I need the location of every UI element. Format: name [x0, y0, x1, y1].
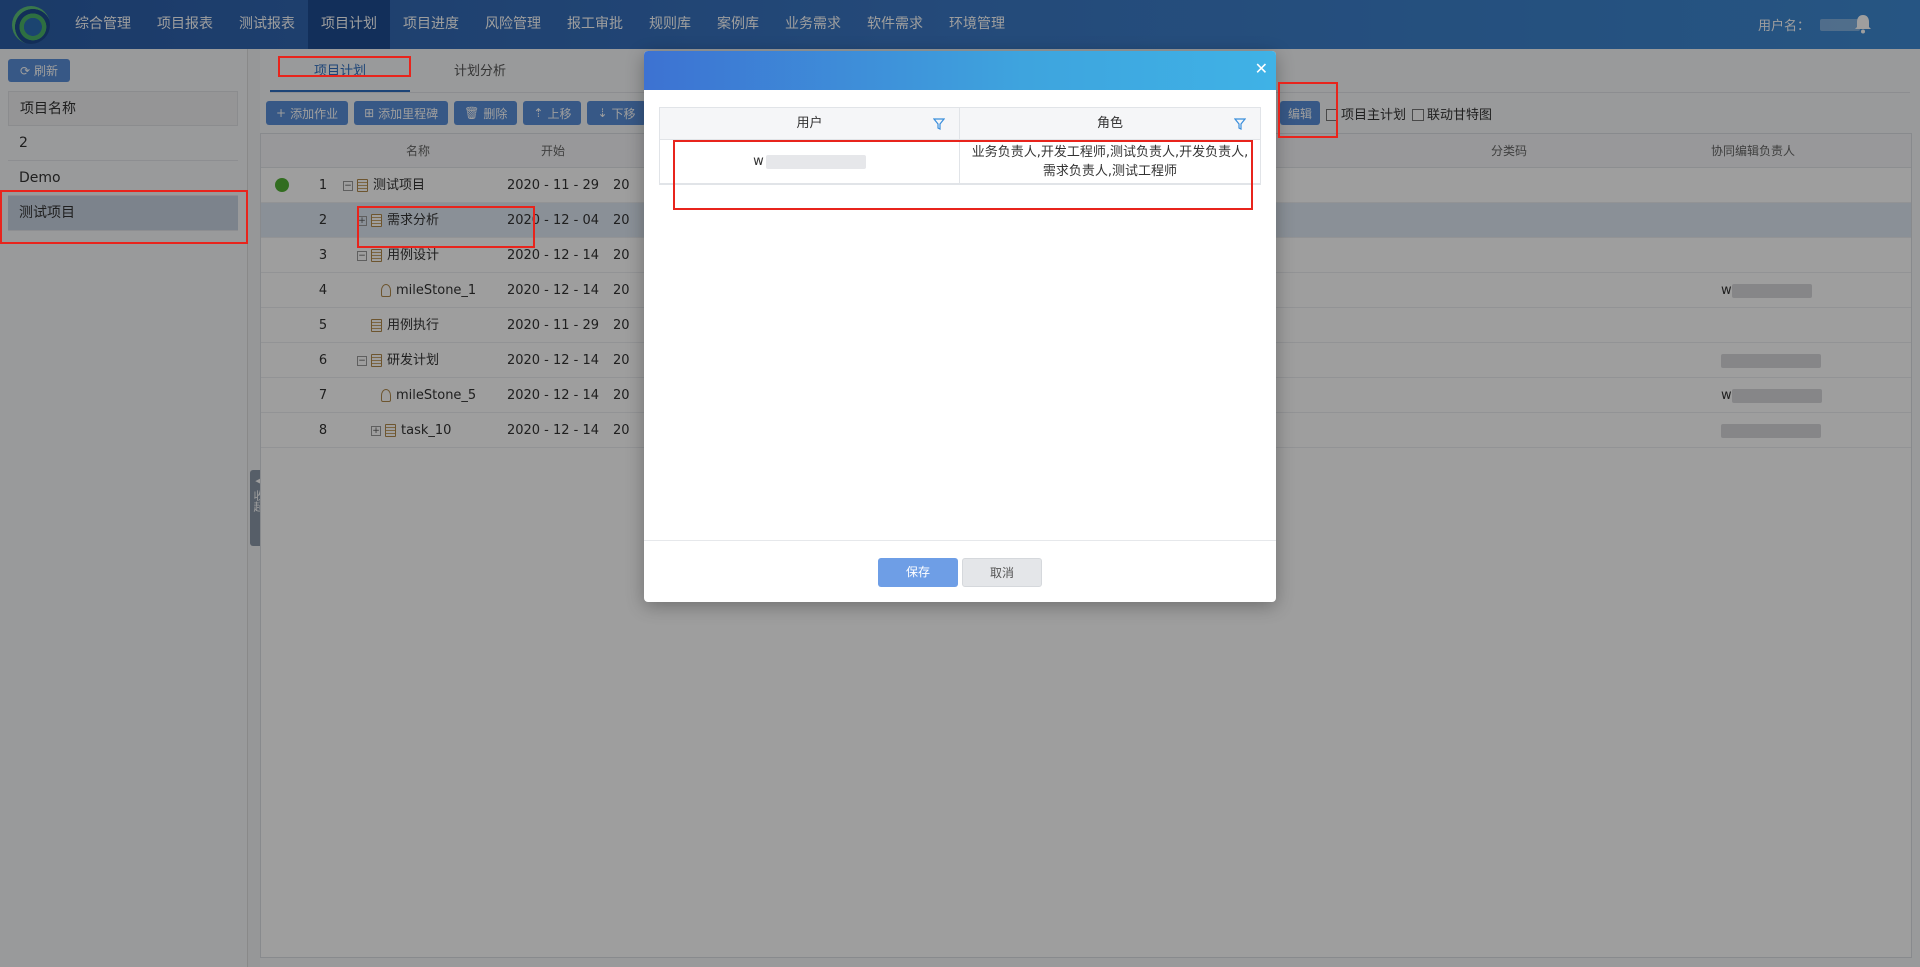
close-icon[interactable]: ✕: [1255, 61, 1268, 77]
col-user-label: 用户: [796, 116, 823, 131]
user-role-table: 用户 角色 w 业务负责人,开发工程师,测试负责人,开发负责人,需求负责人,测试…: [659, 107, 1261, 185]
col-user-header: 用户: [660, 108, 960, 139]
table-row[interactable]: w 业务负责人,开发工程师,测试负责人,开发负责人,需求负责人,测试工程师: [660, 140, 1260, 184]
user-name-text: w: [753, 154, 764, 169]
cancel-button[interactable]: 取消: [962, 558, 1042, 587]
role-dialog: ✕ 用户 角色 w 业务负责人,开发工程师,测试负责人,开发负责人,需求负责人,…: [644, 51, 1276, 602]
cell-user: w: [660, 140, 960, 183]
filter-icon[interactable]: [1234, 118, 1246, 130]
col-role-header: 角色: [960, 108, 1260, 139]
filter-icon[interactable]: [933, 118, 945, 130]
dialog-footer: 保存 取消: [644, 540, 1276, 602]
save-button[interactable]: 保存: [878, 558, 958, 587]
user-role-table-header: 用户 角色: [660, 108, 1260, 140]
dialog-header: ✕: [644, 51, 1276, 90]
cell-role: 业务负责人,开发工程师,测试负责人,开发负责人,需求负责人,测试工程师: [971, 144, 1249, 179]
col-role-label: 角色: [1096, 116, 1123, 131]
redacted-text: [765, 154, 866, 169]
